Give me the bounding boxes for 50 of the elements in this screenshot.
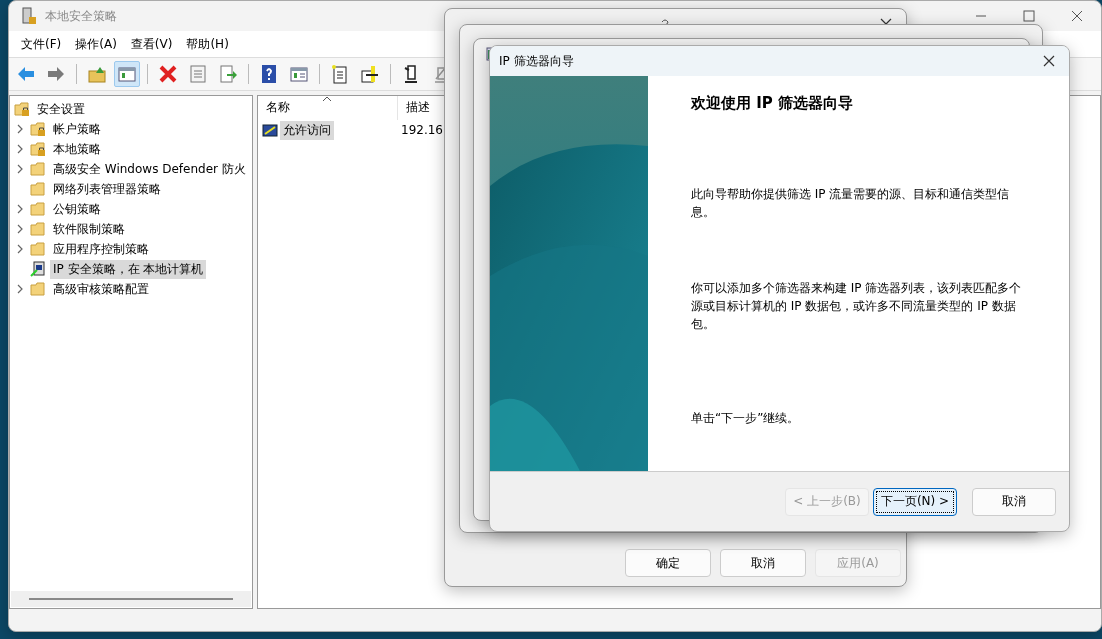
- add-item-icon[interactable]: [360, 64, 380, 84]
- sort-ascending-icon: [322, 96, 332, 102]
- table-cell-text: 192.16: [400, 122, 444, 138]
- locked-folder-icon: [30, 121, 46, 137]
- menu-item[interactable]: 查看(V): [124, 33, 179, 55]
- export-icon[interactable]: [218, 64, 238, 84]
- folder-icon: [30, 221, 46, 237]
- tree-item[interactable]: 安全设置: [34, 99, 88, 119]
- folder-icon: [30, 241, 46, 257]
- locked-folder-icon: [30, 141, 46, 157]
- window-view-icon[interactable]: [289, 64, 309, 84]
- wizard-text: 此向导帮助你提供筛选 IP 流量需要的源、目标和通信类型信息。: [691, 186, 1011, 221]
- folder-icon: [30, 201, 46, 217]
- dialog-button[interactable]: 确定: [625, 549, 711, 577]
- horizontal-scrollbar[interactable]: [11, 591, 251, 607]
- folder-icon: [30, 281, 46, 297]
- tree-item[interactable]: 高级审核策略配置: [50, 279, 152, 299]
- tree-item[interactable]: IP 安全策略，在 本地计算机: [50, 259, 207, 279]
- window-title: 本地安全策略: [45, 7, 117, 25]
- computer-shield-icon: [30, 261, 46, 277]
- close-icon[interactable]: [1043, 55, 1055, 67]
- locked-folder-icon: [14, 101, 30, 117]
- help-icon[interactable]: [259, 64, 279, 84]
- tree-item[interactable]: 应用程序控制策略: [50, 239, 152, 259]
- dialog-title: IP 筛选器向导: [499, 52, 574, 70]
- forward-arrow-icon[interactable]: [46, 64, 66, 84]
- menu-item[interactable]: 帮助(H): [180, 33, 235, 55]
- wizard-text: 你可以添加多个筛选器来构建 IP 筛选器列表，该列表匹配多个源或目标计算机的 IP 数据包，或许多不同流量类型的 IP 数据包。: [691, 280, 1023, 333]
- menu-item[interactable]: 操作(A): [69, 33, 123, 55]
- column-header[interactable]: 名称: [258, 96, 398, 120]
- tree-item[interactable]: 本地策略: [50, 139, 104, 159]
- tree-item[interactable]: 公钥策略: [50, 199, 104, 219]
- tree-item[interactable]: 网络列表管理器策略: [50, 179, 164, 199]
- list-item[interactable]: 允许访问: [280, 120, 334, 140]
- filter-list-icon: [262, 123, 278, 137]
- tree-item[interactable]: 帐户策略: [50, 119, 104, 139]
- folder-icon: [30, 181, 46, 197]
- tree-pane-icon[interactable]: [117, 64, 137, 84]
- wizard-button[interactable]: 下一页(N) >: [873, 487, 957, 516]
- dialog-button[interactable]: 取消: [720, 549, 806, 577]
- delete-icon[interactable]: [158, 64, 178, 84]
- wizard-button[interactable]: 取消: [972, 487, 1056, 516]
- tree-item[interactable]: 高级安全 Windows Defender 防火: [50, 159, 249, 179]
- new-document-icon[interactable]: [330, 64, 350, 84]
- tree-item[interactable]: 软件限制策略: [50, 219, 128, 239]
- app-icon: [21, 7, 37, 25]
- folder-icon: [30, 161, 46, 177]
- menu-item[interactable]: 文件(F): [15, 33, 68, 55]
- wizard-heading: 欢迎使用 IP 筛选器向导: [691, 94, 855, 113]
- wizard-text: 单击“下一步”继续。: [691, 410, 801, 427]
